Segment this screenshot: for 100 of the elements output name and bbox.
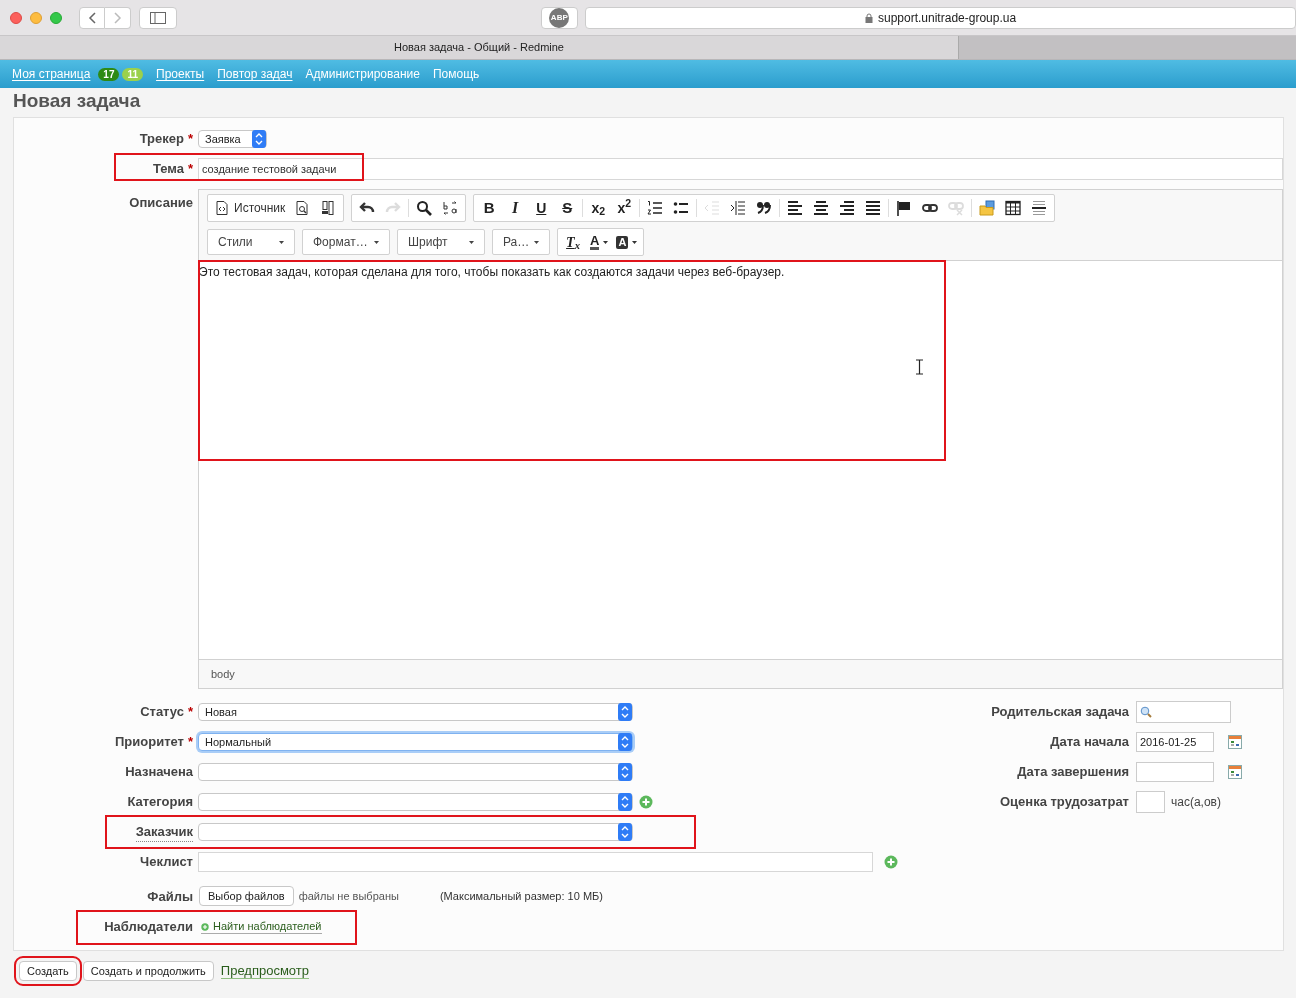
source-icon <box>214 200 230 216</box>
dropdown-select[interactable]: Нормальный <box>198 733 633 751</box>
field-label: Категория <box>127 793 193 812</box>
toolbar-button[interactable]: B <box>476 196 503 220</box>
submit-button[interactable]: Создать и продолжить <box>82 961 214 981</box>
date-input[interactable]: 2016-01-25 <box>1136 732 1214 752</box>
parent-task-input[interactable] <box>1136 701 1231 723</box>
field-label: Заказчик <box>135 821 193 843</box>
address-bar[interactable]: support.unitrade-group.ua <box>585 6 1296 29</box>
caret-icon <box>374 240 379 244</box>
tab-title: Новая задача - Общий - Redmine <box>394 40 564 56</box>
toolbar-button[interactable]: T$_{x}$ <box>560 230 586 254</box>
calendar-icon[interactable] <box>1228 735 1242 749</box>
count-badge[interactable]: 17 <box>98 67 120 81</box>
stepper-icon <box>618 793 632 811</box>
subject-input[interactable]: создание тестовой задачи <box>198 158 1283 180</box>
description-text: Это тестовая задач, которая сделана для того, чтобы показать как создаются задачи через веб-браузер. <box>199 264 786 281</box>
adblock-icon: ABP <box>549 7 570 28</box>
field-label: Наблюдатели <box>104 918 193 936</box>
dropdown-select[interactable]: Новая <box>198 703 633 721</box>
forward-icon <box>113 11 122 24</box>
search-icon <box>1140 706 1152 718</box>
quote-icon <box>756 200 773 216</box>
date-input[interactable] <box>1136 762 1214 782</box>
toolbar-button[interactable]: U <box>528 196 555 220</box>
address-text: support.unitrade-group.ua <box>878 9 1017 27</box>
file-status: файлы не выбраны <box>298 888 399 904</box>
stepper-icon <box>618 823 632 841</box>
style-dropdown[interactable]: Ра… <box>492 229 550 255</box>
field-label: Назначена <box>125 763 193 782</box>
field-label: Приоритет <box>115 733 184 752</box>
style-dropdown[interactable]: Формат… <box>302 229 390 255</box>
field-label: Трекер <box>139 130 184 149</box>
page-title: Новая задача <box>13 89 142 113</box>
field-label: Дата завершения <box>1017 763 1129 782</box>
plus-icon <box>201 922 209 931</box>
zoom-window-button[interactable] <box>50 11 62 24</box>
toolbar-button[interactable]: I <box>502 196 529 220</box>
stepper-icon <box>618 763 632 781</box>
search-icon <box>416 200 433 216</box>
justify-icon <box>865 200 882 216</box>
stepper-icon <box>252 130 266 148</box>
style-dropdown[interactable]: Стили <box>207 229 295 255</box>
calendar-icon[interactable] <box>1228 765 1242 779</box>
back-button[interactable] <box>79 6 105 29</box>
align-left-icon <box>787 200 804 216</box>
tracker-select[interactable]: Заявка <box>198 130 267 148</box>
browser-tab[interactable]: Новая задача - Общий - Redmine <box>0 36 958 59</box>
sidebar-icon <box>149 11 166 24</box>
close-window-button[interactable] <box>10 11 22 24</box>
toolbar-button[interactable]: Источник <box>210 196 290 220</box>
required-mark: * <box>187 733 193 752</box>
replace-icon <box>442 200 459 216</box>
toolbar-button[interactable]: A <box>612 230 642 254</box>
dropdown-select[interactable] <box>198 823 633 841</box>
text-cursor-icon <box>916 359 923 375</box>
required-mark: * <box>187 160 193 179</box>
add-icon[interactable] <box>884 855 898 869</box>
add-icon[interactable] <box>639 795 653 809</box>
style-dropdown[interactable]: Шрифт <box>397 229 485 255</box>
dropdown-select[interactable] <box>198 793 633 811</box>
templates-icon <box>320 200 337 216</box>
outdent-icon <box>704 200 721 216</box>
adblock-button[interactable]: ABP <box>540 6 579 29</box>
text-input[interactable] <box>198 852 873 872</box>
caret-icon <box>469 240 474 244</box>
field-label: Файлы <box>147 888 193 906</box>
back-icon <box>88 11 96 24</box>
element-path[interactable]: body <box>211 665 235 683</box>
indent-icon <box>730 200 747 216</box>
bulleted-list-icon <box>673 200 690 216</box>
field-label: Оценка трудозатрат <box>999 793 1129 812</box>
align-center-icon <box>813 200 830 216</box>
unlink-icon <box>948 200 965 216</box>
flag-icon <box>896 200 913 216</box>
required-mark: * <box>187 703 193 722</box>
unit-label: час(а,ов) <box>1171 794 1221 811</box>
toolbar-button[interactable]: A <box>586 230 613 254</box>
toolbar-button[interactable]: S <box>554 196 581 220</box>
field-label: Описание <box>129 194 193 209</box>
table-icon <box>1005 200 1022 216</box>
caret-icon <box>632 240 638 244</box>
horizontal-rule-icon <box>1031 200 1048 216</box>
dropdown-select[interactable] <box>198 763 633 781</box>
size-note: (Максимальный размер: 10 МБ) <box>439 888 603 904</box>
hours-input[interactable] <box>1136 791 1165 813</box>
numbered-list-icon <box>647 200 664 216</box>
stepper-icon <box>618 703 632 721</box>
preview-link[interactable]: Предпросмотр <box>220 963 309 979</box>
editor-text-area[interactable]: Это тестовая задач, которая сделана для того, чтобы показать как создаются задачи через веб-браузер. <box>199 260 1282 659</box>
toolbar-button[interactable]: x$^{2}$ <box>611 196 638 220</box>
choose-files-button[interactable]: Выбор файлов <box>199 886 294 906</box>
field-label: Чеклист <box>140 853 193 872</box>
required-mark: * <box>187 130 193 149</box>
toolbar-button[interactable]: x$_{2}$ <box>585 196 612 220</box>
add-watchers-link[interactable]: Найти наблюдателей <box>201 920 322 934</box>
image-icon <box>979 200 996 216</box>
field-label: Родительская задача <box>991 703 1129 722</box>
field-label: Статус <box>140 703 184 722</box>
sidebar-button[interactable] <box>139 6 177 29</box>
